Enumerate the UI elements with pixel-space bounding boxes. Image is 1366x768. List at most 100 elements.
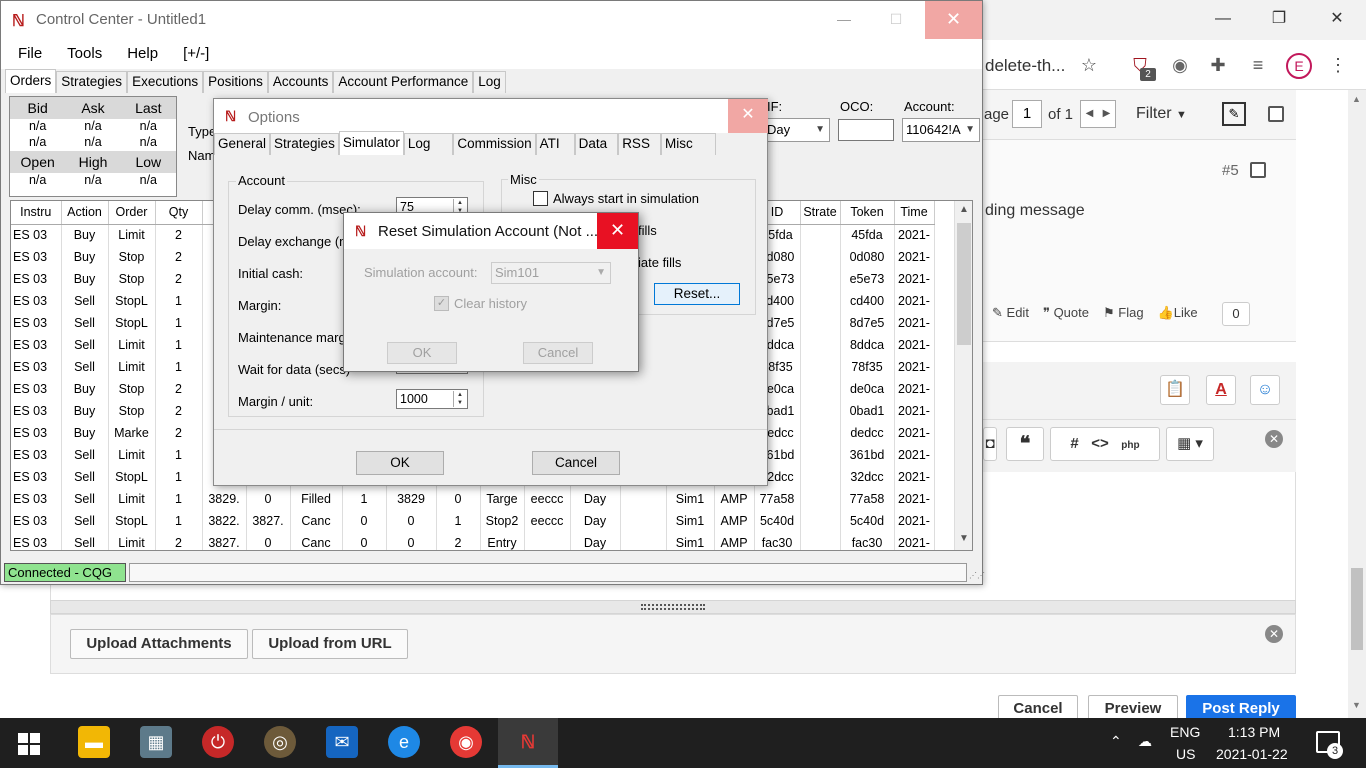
tab-commission[interactable]: Commission — [453, 133, 536, 155]
grid-scrollbar[interactable]: ▲ ▼ — [954, 201, 972, 550]
network-icon[interactable]: ☁ — [1138, 733, 1152, 750]
table-row[interactable]: ES 03 Sell StopL 1 3822. 3827. Canc 0 0 1 Stop2 eec… — [11, 510, 935, 532]
scroll-down-icon[interactable]: ▼ — [1352, 700, 1361, 710]
page-scrollbar[interactable]: ▲ ▼ — [1348, 90, 1366, 718]
cc-minimize-button[interactable]: — — [821, 1, 867, 39]
sim-account-select[interactable]: Sim101 ▼ — [491, 262, 611, 284]
edge-browser-icon[interactable]: e — [388, 726, 420, 758]
tab-strategies[interactable]: Strategies — [56, 71, 128, 93]
tab-log[interactable]: Log — [473, 71, 506, 93]
cc-maximize-button[interactable]: ☐ — [873, 1, 919, 39]
hashtag-icon[interactable]: # — [1070, 435, 1078, 452]
clock-date[interactable]: 2021-01-22 — [1216, 746, 1288, 762]
upload-attachments-button[interactable]: Upload Attachments — [70, 629, 248, 659]
scroll-up-icon[interactable]: ▲ — [959, 204, 969, 215]
oco-input[interactable] — [838, 119, 894, 141]
tab-general[interactable]: General — [214, 133, 271, 155]
clear-history-checkbox[interactable]: ✓ — [434, 296, 449, 311]
post-select-checkbox[interactable] — [1250, 162, 1266, 178]
select-all-checkbox[interactable] — [1268, 106, 1284, 122]
mail-icon[interactable]: ✉ — [326, 726, 358, 758]
like-action[interactable]: 👍Like — [1158, 305, 1198, 321]
close-attachments-icon[interactable]: ✕ — [1265, 625, 1283, 643]
grid-column-header[interactable]: Time — [894, 201, 935, 225]
toolbar-code-icon[interactable]: ◘ — [983, 427, 997, 461]
edit-action[interactable]: ✎ Edit — [992, 305, 1029, 321]
grid-column-header[interactable]: Action — [61, 201, 109, 225]
page-arrows[interactable]: ◀ ▶ — [1080, 100, 1116, 128]
font-color-icon[interactable]: A — [1206, 375, 1236, 405]
flag-action[interactable]: ⚑ Flag — [1103, 305, 1144, 321]
options-ok-button[interactable]: OK — [356, 451, 444, 475]
discord-extension-icon[interactable]: ◉ — [1168, 53, 1192, 77]
quote-action[interactable]: ❞ Quote — [1043, 305, 1089, 321]
page-number-input[interactable]: 1 — [1012, 100, 1042, 128]
tif-select[interactable]: Day ▼ — [763, 118, 830, 142]
tab-data[interactable]: Data — [574, 133, 619, 155]
tab-strategies[interactable]: Strategies — [270, 133, 339, 155]
grid-column-header[interactable]: Qty — [155, 201, 203, 225]
menu-help[interactable]: Help — [110, 39, 166, 69]
clock-time[interactable]: 1:13 PM — [1228, 724, 1280, 740]
tab-accounts[interactable]: Accounts — [267, 71, 334, 93]
tab-simulator[interactable]: Simulator — [338, 131, 404, 155]
scroll-thumb[interactable] — [1351, 568, 1363, 650]
always-start-sim-checkbox[interactable] — [533, 191, 548, 206]
tray-overflow-icon[interactable]: ⌃ — [1110, 733, 1122, 750]
grid-column-header[interactable]: Token — [840, 201, 895, 225]
editor-resize-handle[interactable] — [50, 600, 1296, 614]
profile-avatar[interactable]: E — [1286, 53, 1312, 79]
ninjatrader-taskbar-icon[interactable]: ℕ — [512, 726, 544, 758]
tab-ati[interactable]: ATI — [535, 133, 575, 155]
browser-menu-icon[interactable]: ⋮ — [1326, 53, 1350, 77]
language-eng[interactable]: ENG — [1170, 724, 1200, 740]
grid-column-header[interactable]: Strate — [800, 201, 841, 225]
table-row[interactable]: ES 03 Sell Limit 2 3827. 0 Canc 0 0 2 Entry Day Sim1… — [11, 532, 935, 550]
options-close-button[interactable]: ✕ — [728, 99, 768, 133]
extensions-puzzle-icon[interactable]: ✚ — [1206, 53, 1230, 77]
php-icon[interactable]: php — [1121, 440, 1139, 451]
menu-file[interactable]: File — [1, 39, 50, 69]
tab-positions[interactable]: Positions — [203, 71, 268, 93]
prev-page-icon[interactable]: ◀ — [1086, 101, 1094, 127]
tab-misc[interactable]: Misc — [660, 133, 716, 155]
menu-expand[interactable]: [+/-] — [166, 39, 217, 69]
filter-button[interactable]: Filter ▼ — [1136, 100, 1204, 128]
tab-executions[interactable]: Executions — [127, 71, 204, 93]
close-toolbar-icon[interactable]: ✕ — [1265, 430, 1283, 448]
reset-cancel-button[interactable]: Cancel — [523, 342, 593, 364]
chrome-browser-icon[interactable]: ◉ — [450, 726, 482, 758]
margin-unit-spinner[interactable]: 1000 ▲ ▼ — [396, 389, 468, 409]
file-explorer-icon[interactable]: ▬ — [78, 726, 110, 758]
options-cancel-button[interactable]: Cancel — [532, 451, 620, 475]
grid-scroll-thumb[interactable] — [957, 223, 971, 345]
bookmark-star-icon[interactable]: ☆ — [1077, 53, 1101, 77]
calculator-app-icon[interactable]: ▦ — [140, 726, 172, 758]
windows-start-icon[interactable] — [18, 733, 40, 755]
scroll-down-icon[interactable]: ▼ — [959, 533, 969, 544]
browser-close-button[interactable]: ✕ — [1314, 8, 1360, 32]
address-bar-url[interactable]: delete-th... — [985, 56, 1065, 76]
tab-account-performance[interactable]: Account Performance — [333, 71, 474, 93]
tab-log[interactable]: Log — [403, 133, 454, 155]
spinner-arrows-icon[interactable]: ▲ ▼ — [453, 391, 466, 407]
tab-orders[interactable]: Orders — [5, 69, 57, 93]
account-select[interactable]: 110642!A ▼ — [902, 118, 980, 142]
menu-tools[interactable]: Tools — [50, 39, 110, 69]
code-brackets-icon[interactable]: <> — [1091, 435, 1109, 452]
tab-rss[interactable]: RSS — [618, 133, 661, 155]
scroll-up-icon[interactable]: ▲ — [1352, 94, 1361, 104]
cc-close-button[interactable]: ✕ — [925, 1, 982, 39]
post-number[interactable]: #5 — [1222, 162, 1239, 179]
language-us[interactable]: US — [1176, 746, 1195, 762]
power-app-icon[interactable]: ⏻ — [202, 726, 234, 758]
grid-column-header[interactable]: Order — [108, 201, 156, 225]
browser-minimize-button[interactable]: — — [1200, 8, 1246, 32]
reset-close-button[interactable]: ✕ — [597, 213, 638, 249]
speaker-app-icon[interactable]: ◎ — [264, 726, 296, 758]
resize-grip-icon[interactable]: ⋰⋰ — [969, 571, 985, 580]
quote-block-icon[interactable]: ❝ — [1006, 427, 1044, 461]
moderate-edit-icon[interactable]: ✎ — [1222, 102, 1246, 126]
browser-maximize-button[interactable]: ❐ — [1256, 8, 1302, 32]
table-row[interactable]: ES 03 Sell Limit 1 3829. 0 Filled 1 3829 0 Targe ee… — [11, 488, 935, 510]
